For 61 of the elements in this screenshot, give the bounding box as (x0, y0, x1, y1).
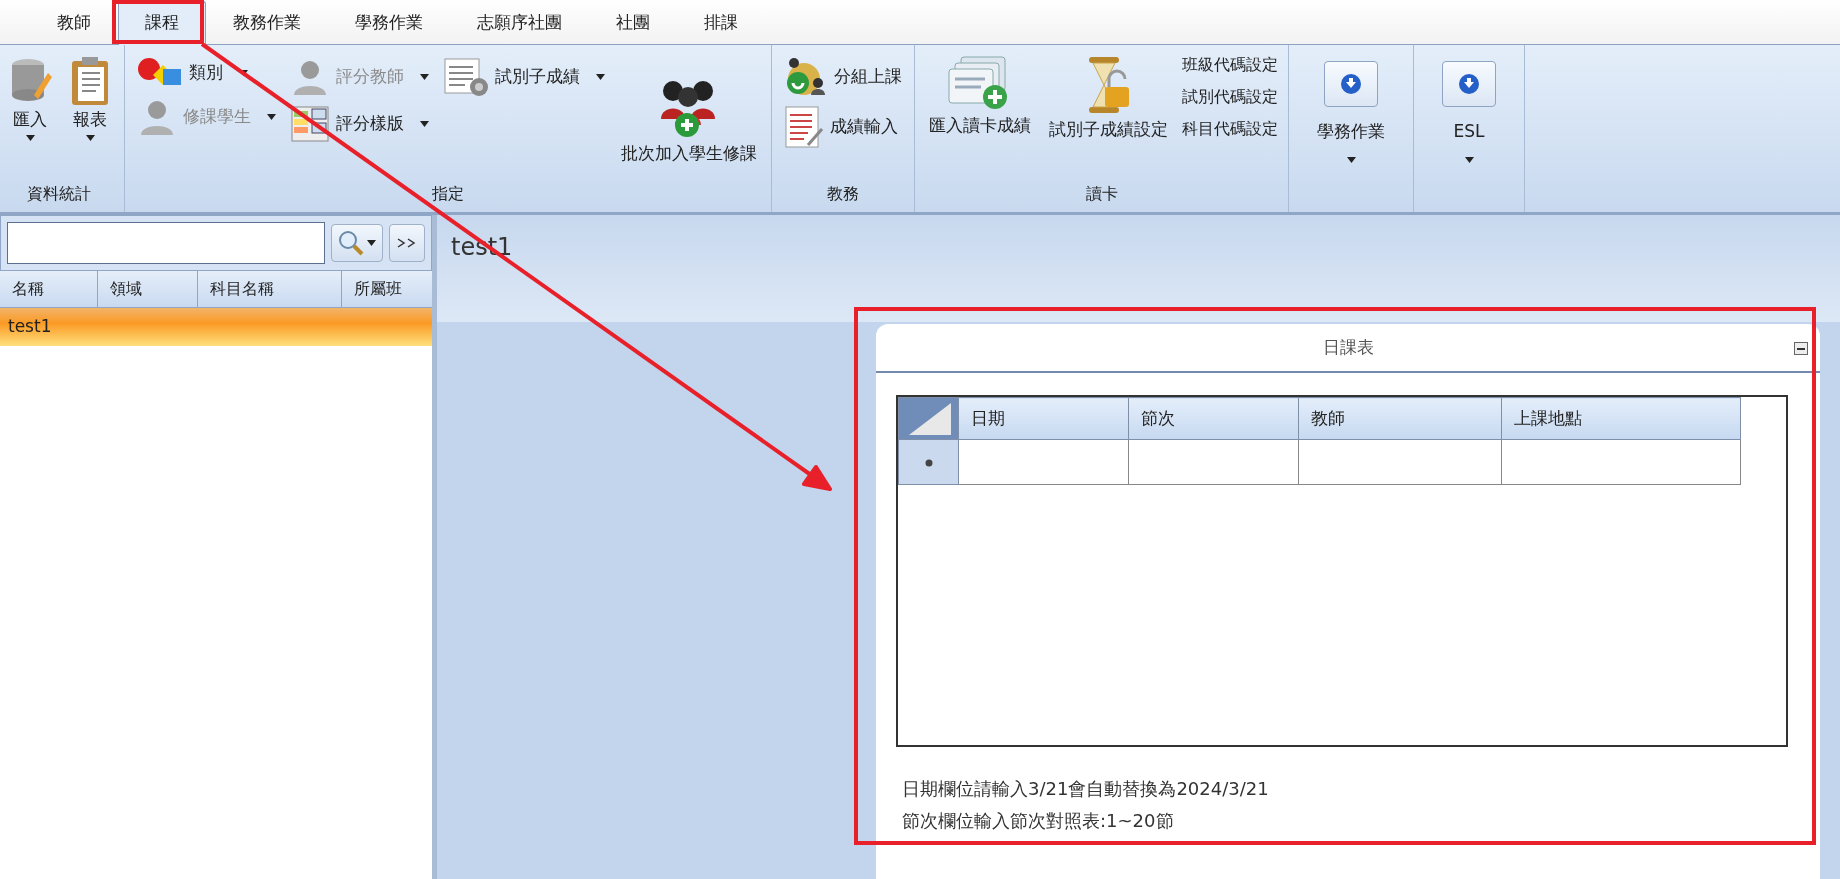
caret-icon (1346, 156, 1356, 163)
ribbon-menu-button[interactable]: 學務作業 (1299, 51, 1403, 173)
form-gear-icon (443, 57, 489, 97)
group-label: 指定 (431, 183, 465, 205)
note-text: 日期欄位請輸入3/21會自動替換為2024/3/21 (902, 777, 1270, 801)
collapse-button[interactable] (1794, 342, 1808, 355)
grid-cell[interactable] (1128, 439, 1299, 485)
ribbon-tab[interactable]: 社團 (589, 0, 677, 45)
ribbon-button[interactable]: 試別子成績設定 (1045, 51, 1172, 147)
caret-icon (85, 134, 95, 141)
note-text: 節次欄位輸入節次對照表:1~20節 (902, 809, 1175, 833)
ribbon-button[interactable]: 匯入 (4, 51, 56, 145)
search-field[interactable] (7, 222, 325, 264)
group-label: 資料統計 (26, 183, 92, 205)
column-header[interactable]: 日期 (958, 397, 1129, 440)
ribbon-button[interactable]: 成績輸入 (782, 103, 904, 151)
download-icon (1340, 73, 1362, 95)
column-header[interactable]: 領域 (98, 271, 198, 307)
column-header[interactable]: 教師 (1298, 397, 1502, 440)
ribbon-button[interactable]: 批次加入學生修課 (617, 71, 761, 171)
group-icon (784, 57, 828, 97)
group-label: 讀卡 (1084, 183, 1119, 205)
caret-icon (596, 74, 605, 80)
ribbon-tab[interactable]: 學務作業 (328, 0, 450, 45)
list-row[interactable]: test1 (0, 308, 432, 346)
ribbon-tab[interactable]: 教務作業 (206, 0, 328, 45)
search-icon (338, 230, 364, 256)
minus-icon (1797, 347, 1805, 350)
caret-icon (420, 121, 429, 127)
column-header[interactable]: 名稱 (0, 271, 98, 307)
column-header[interactable]: 節次 (1128, 397, 1299, 440)
ribbon-tab[interactable]: 教師 (30, 0, 118, 45)
card-title: 日課表 (1322, 335, 1374, 359)
ribbon-button[interactable]: 試別子成績 (441, 55, 607, 99)
ribbon-link[interactable]: 班級代碼設定 (1182, 51, 1278, 79)
double-chevron-icon (396, 238, 418, 248)
ribbon-button[interactable]: 匯入讀卡成績 (925, 51, 1035, 143)
new-row-icon (924, 458, 933, 467)
ribbon-tab[interactable]: 排課 (677, 0, 765, 45)
ribbon-button[interactable]: 分組上課 (782, 55, 904, 99)
group-label: 教務 (826, 183, 860, 205)
ribbon-link[interactable]: 科目代碼設定 (1182, 115, 1278, 143)
document-edit-icon (784, 105, 824, 149)
column-header[interactable]: 科目名稱 (198, 271, 342, 307)
grid-cell[interactable] (1298, 439, 1502, 485)
download-icon (1458, 73, 1480, 95)
caret-icon (267, 114, 276, 120)
ribbon-tab[interactable]: 志願序社團 (450, 0, 589, 45)
grid-cell[interactable] (1501, 439, 1741, 485)
ribbon-button[interactable]: 報表 (66, 51, 114, 145)
expand-button[interactable] (389, 224, 425, 262)
search-button[interactable] (331, 224, 383, 262)
caret-icon (367, 240, 376, 246)
caret-icon (25, 134, 35, 141)
column-header[interactable]: 上課地點 (1501, 397, 1741, 440)
ribbon-link[interactable]: 試別代碼設定 (1182, 83, 1278, 111)
caret-icon (420, 74, 429, 80)
ribbon-menu-button[interactable]: ESL (1424, 51, 1514, 173)
caret-icon (1464, 156, 1474, 163)
clipboard-icon (70, 55, 110, 105)
grid-cell[interactable] (958, 439, 1129, 485)
